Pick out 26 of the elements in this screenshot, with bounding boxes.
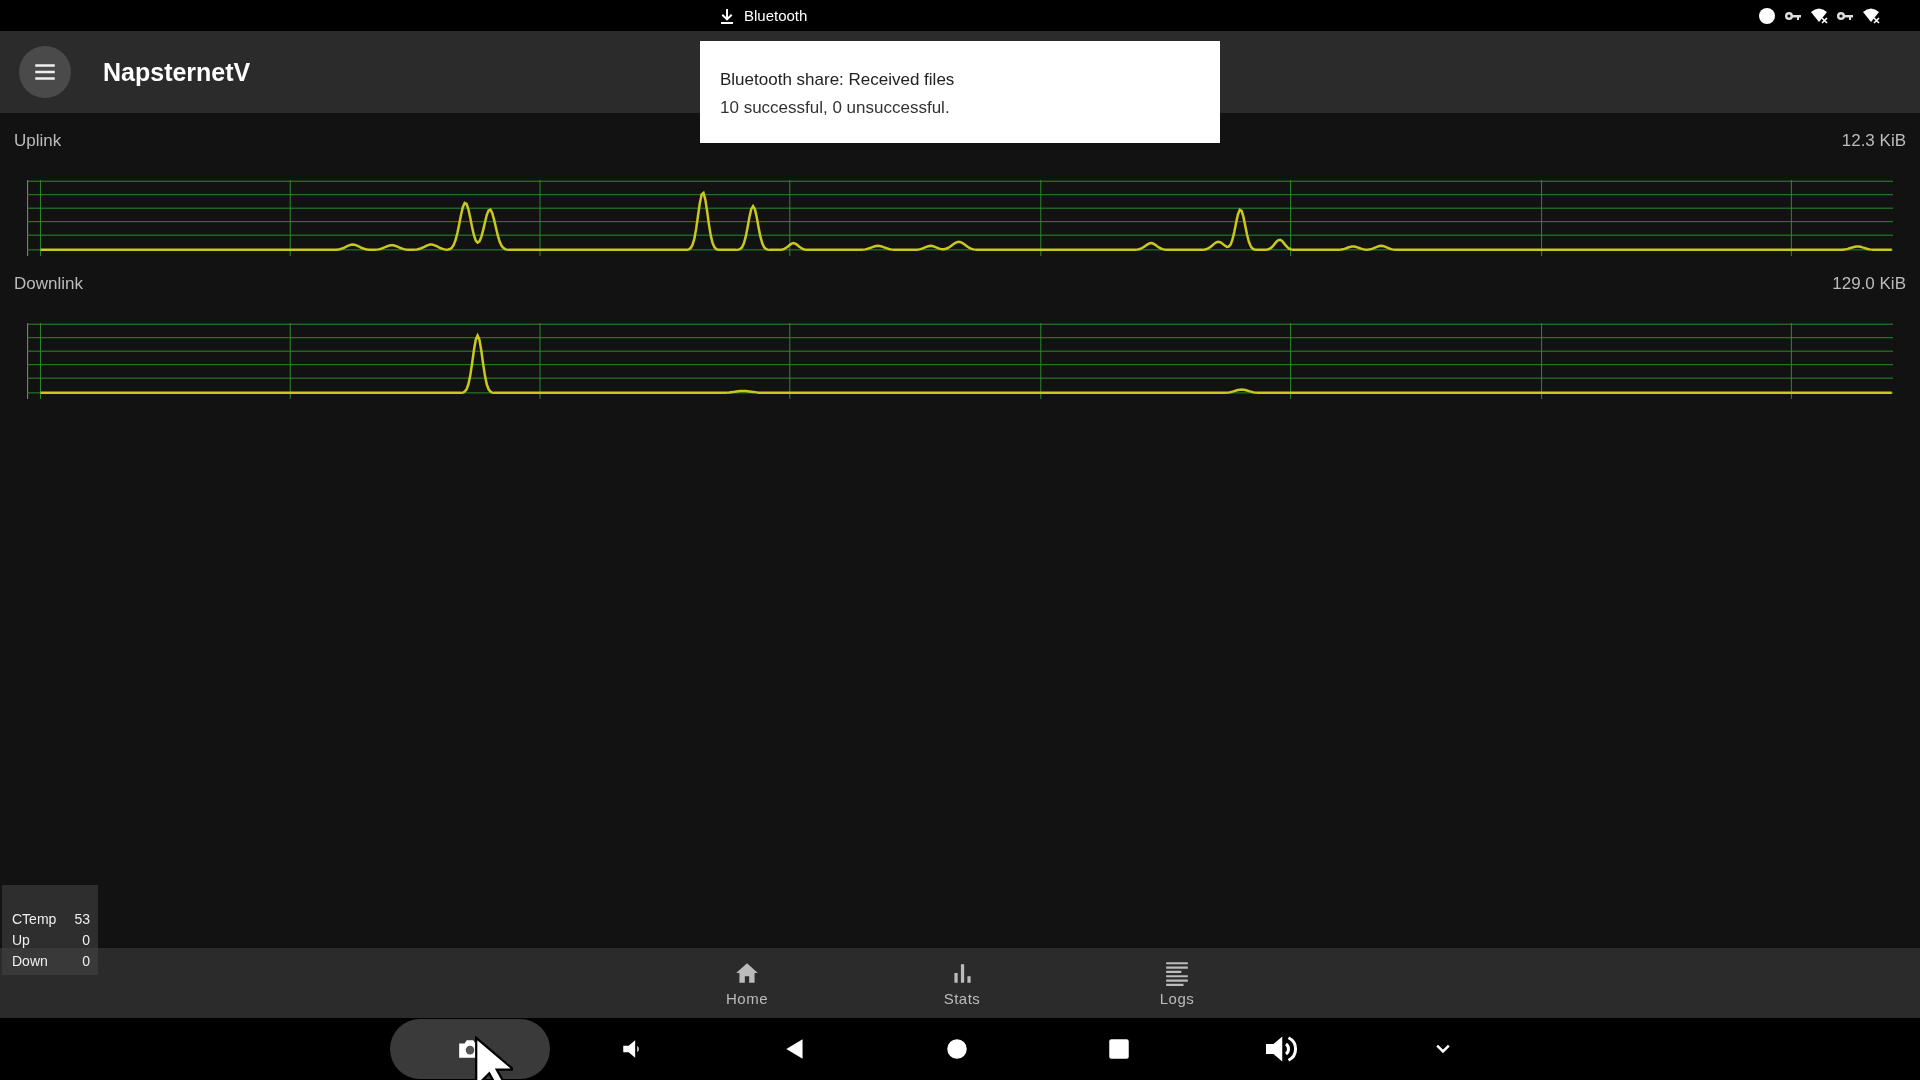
graph-label: Uplink [14,131,62,151]
stat-label: CTemp [12,910,57,929]
toast-message: 10 successful, 0 unsuccessful. [720,98,951,118]
wifi-off-icon [1862,6,1880,25]
circle-icon [1758,6,1776,25]
screenshot-button[interactable] [390,1019,550,1079]
wifi-off-icon [1810,6,1828,25]
list-icon [1164,959,1190,986]
graph-value: 12.3 KiB [1841,131,1906,151]
home-circle-icon [944,1036,970,1062]
notification-text: Bluetooth [744,7,808,24]
square-icon [1106,1036,1132,1062]
menu-button[interactable] [19,46,71,98]
stat-label: Up [12,931,30,950]
stat-value: 0 [82,931,90,950]
nav-tab[interactable]: Stats [912,948,1012,1018]
app-title: NapsternetV [103,57,251,87]
graph-value: 129.0 KiB [1832,274,1906,294]
stat-value: 53 [74,910,90,929]
stat-label: Down [12,952,48,971]
download-icon [720,7,734,24]
toast-title: Bluetooth share: Received files [720,70,956,90]
nav-tab[interactable]: Home [697,948,797,1018]
stat-value: 0 [82,952,90,971]
nav-tab[interactable]: Logs [1127,948,1227,1018]
graph-label: Downlink [14,274,83,294]
